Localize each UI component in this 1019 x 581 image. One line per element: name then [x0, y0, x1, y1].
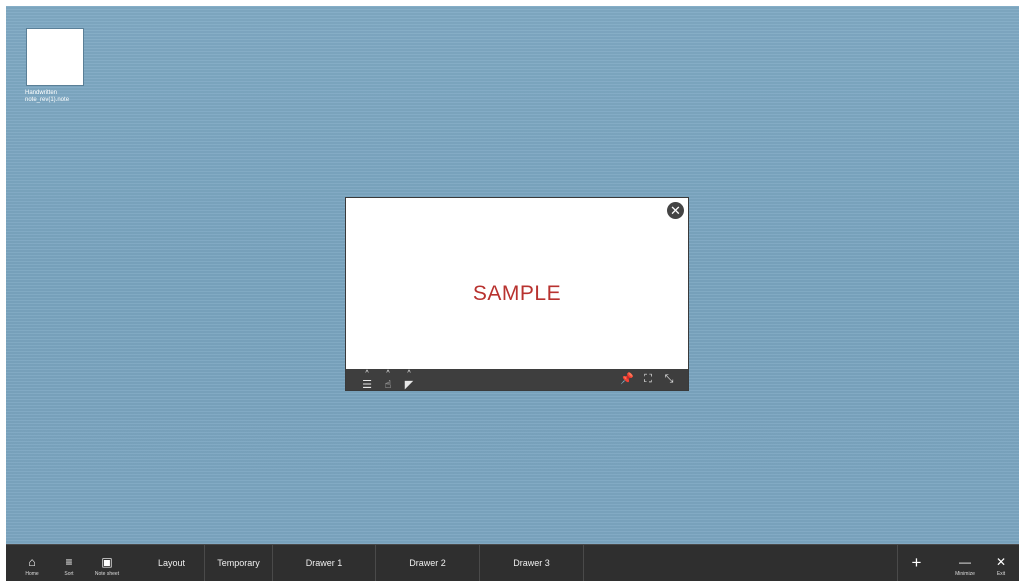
resize-icon[interactable]: ⤡ — [660, 371, 678, 388]
minimize-button[interactable]: — Minimize — [946, 545, 984, 581]
note-sheet-button[interactable]: ▣ Note sheet — [88, 545, 126, 581]
home-button[interactable]: ⌂ Home — [14, 545, 50, 581]
note-toolbar: ^ ☰ ^ ☝ ^ ◤ 📌 ⛶ ⤡ — [346, 369, 688, 391]
sort-button[interactable]: ≡ Sort — [51, 545, 87, 581]
pin-icon[interactable]: 📌 — [618, 371, 636, 388]
add-drawer-button[interactable]: + — [897, 545, 935, 581]
note-content-area[interactable]: ✕ SAMPLE — [346, 198, 688, 370]
hand-pointer-icon[interactable]: ^ ☝ — [379, 370, 397, 391]
fullscreen-icon[interactable]: ⛶ — [639, 371, 657, 388]
sort-icon: ≡ — [65, 555, 73, 569]
minimize-icon: — — [959, 555, 971, 569]
tab-drawer-3[interactable]: Drawer 3 — [479, 545, 583, 581]
pen-icon[interactable]: ^ ◤ — [400, 370, 418, 391]
desktop[interactable]: Handwritten note_rev(1).note ✕ SAMPLE ^ ☰… — [6, 6, 1019, 544]
taskbar: ⌂ Home ≡ Sort ▣ Note sheet Layout Tempor… — [6, 544, 1019, 581]
menu-icon[interactable]: ^ ☰ — [358, 370, 376, 391]
tab-temporary[interactable]: Temporary — [204, 545, 272, 581]
tab-drawer-2[interactable]: Drawer 2 — [375, 545, 479, 581]
tab-drawer-1[interactable]: Drawer 1 — [272, 545, 375, 581]
note-file-icon[interactable]: Handwritten note_rev(1).note — [25, 28, 89, 104]
home-icon: ⌂ — [28, 555, 36, 569]
note-file-label: Handwritten note_rev(1).note — [25, 90, 70, 103]
close-icon[interactable]: ✕ — [667, 202, 684, 219]
note-preview-window[interactable]: ✕ SAMPLE ^ ☰ ^ ☝ ^ ◤ 📌 ⛶ ⤡ — [345, 197, 689, 391]
taskbar-spacer — [583, 545, 897, 581]
note-file-thumbnail[interactable] — [26, 28, 84, 86]
sample-watermark: SAMPLE — [472, 282, 562, 305]
close-icon: ✕ — [995, 555, 1007, 569]
exit-button[interactable]: ✕ Exit — [984, 545, 1018, 581]
tab-layout[interactable]: Layout — [139, 545, 204, 581]
note-sheet-icon: ▣ — [101, 555, 113, 569]
